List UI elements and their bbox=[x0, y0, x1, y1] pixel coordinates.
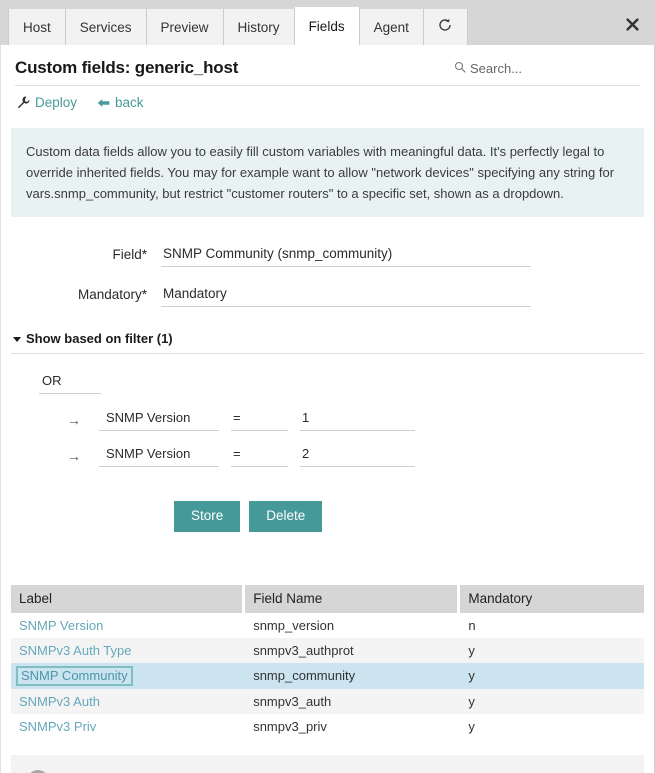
condition-field-select[interactable]: SNMP Version bbox=[99, 444, 219, 467]
condition-operator-select[interactable]: = bbox=[231, 408, 288, 431]
page-header: Custom fields: generic_host Search... bbox=[15, 45, 640, 86]
info-box: Custom data fields allow you to easily f… bbox=[11, 128, 644, 217]
tab-label: Fields bbox=[309, 19, 345, 34]
page-title: Custom fields: generic_host bbox=[15, 58, 238, 78]
table-header-row: Label Field Name Mandatory bbox=[11, 585, 644, 613]
tab-services[interactable]: Services bbox=[66, 9, 147, 45]
form-buttons: Store Delete bbox=[11, 501, 644, 532]
filter-operator-select[interactable]: OR bbox=[39, 371, 101, 394]
back-label: back bbox=[115, 95, 144, 110]
field-link-focused[interactable]: SNMP Community bbox=[16, 666, 133, 686]
tab-fields[interactable]: Fields bbox=[295, 7, 360, 45]
condition-operator-select[interactable]: = bbox=[231, 444, 288, 467]
arrow-left-icon bbox=[97, 97, 110, 109]
cell-field-name: snmpv3_authprot bbox=[245, 638, 460, 663]
cell-mandatory: y bbox=[460, 714, 644, 739]
chevron-down-icon bbox=[13, 337, 21, 342]
field-select[interactable] bbox=[161, 243, 531, 267]
custom-fields-table-wrapper: Label Field Name Mandatory SNMP Version … bbox=[11, 585, 644, 739]
filter-section-toggle[interactable]: Show based on filter (1) bbox=[11, 331, 644, 354]
close-icon bbox=[626, 18, 639, 31]
column-header-label[interactable]: Label bbox=[11, 585, 245, 613]
cell-label: SNMP Community bbox=[11, 663, 245, 689]
cell-label: SNMPv3 Auth Type bbox=[11, 638, 245, 663]
cell-field-name: snmp_community bbox=[245, 663, 460, 689]
custom-fields-table: Label Field Name Mandatory SNMP Version … bbox=[11, 585, 644, 739]
table-row-selected[interactable]: SNMP Community snmp_community y bbox=[11, 663, 644, 689]
condition-value-input[interactable]: 2 bbox=[300, 444, 415, 467]
table-row[interactable]: SNMP Version snmp_version n bbox=[11, 613, 644, 638]
tab-label: Preview bbox=[161, 20, 209, 35]
tab-bar: Host Services Preview History Fields Age… bbox=[0, 0, 655, 45]
field-link[interactable]: SNMPv3 Priv bbox=[19, 719, 96, 734]
tab-label: History bbox=[238, 20, 280, 35]
arrow-right-icon: → bbox=[67, 449, 99, 467]
column-header-mandatory[interactable]: Mandatory bbox=[460, 585, 644, 613]
condition-value-input[interactable]: 1 bbox=[300, 408, 415, 431]
exclamation-circle-icon: ! bbox=[27, 770, 49, 773]
tab-label: Host bbox=[23, 20, 51, 35]
cell-field-name: snmp_version bbox=[245, 613, 460, 638]
tab-history[interactable]: History bbox=[224, 9, 295, 45]
filter-condition-row: → SNMP Version = 1 bbox=[39, 408, 644, 431]
tab-host[interactable]: Host bbox=[8, 9, 66, 45]
search-icon bbox=[454, 61, 466, 75]
cell-mandatory: n bbox=[460, 613, 644, 638]
search-placeholder: Search... bbox=[470, 61, 522, 76]
field-label: Field* bbox=[11, 247, 161, 267]
field-link[interactable]: SNMP Version bbox=[19, 618, 103, 633]
field-link[interactable]: SNMPv3 Auth bbox=[19, 694, 100, 709]
field-link[interactable]: SNMPv3 Auth Type bbox=[19, 643, 132, 658]
table-header: Label Field Name Mandatory bbox=[11, 585, 644, 613]
table-body: SNMP Version snmp_version n SNMPv3 Auth … bbox=[11, 613, 644, 739]
tab-label: Agent bbox=[374, 20, 409, 35]
cell-mandatory: y bbox=[460, 689, 644, 714]
content-inner: Custom fields: generic_host Search... bbox=[1, 45, 654, 120]
refresh-button[interactable] bbox=[424, 9, 468, 45]
arrow-right-icon: → bbox=[67, 413, 99, 431]
table-row[interactable]: SNMPv3 Auth snmpv3_auth y bbox=[11, 689, 644, 714]
tab-label: Services bbox=[80, 20, 132, 35]
mandatory-select[interactable] bbox=[161, 283, 531, 307]
close-window-button[interactable] bbox=[623, 15, 641, 33]
mandatory-label: Mandatory* bbox=[11, 287, 161, 307]
condition-field-select[interactable]: SNMP Version bbox=[99, 408, 219, 431]
content-pane: Custom fields: generic_host Search... bbox=[0, 45, 655, 773]
cell-label: SNMPv3 Priv bbox=[11, 714, 245, 739]
column-header-field-name[interactable]: Field Name bbox=[245, 585, 460, 613]
filter-heading-label: Show based on filter (1) bbox=[26, 331, 173, 346]
wrench-icon bbox=[17, 96, 30, 109]
search-field[interactable]: Search... bbox=[454, 61, 640, 77]
form-row-mandatory: Mandatory* bbox=[11, 283, 644, 307]
form-row-field: Field* bbox=[11, 243, 644, 267]
deploy-button[interactable]: Deploy bbox=[17, 95, 77, 110]
cell-mandatory: y bbox=[460, 663, 644, 689]
field-to-assign-notice: ! Field to assign bbox=[11, 755, 644, 773]
cell-label: SNMPv3 Auth bbox=[11, 689, 245, 714]
tab-agent[interactable]: Agent bbox=[360, 9, 424, 45]
cell-mandatory: y bbox=[460, 638, 644, 663]
cell-field-name: snmpv3_priv bbox=[245, 714, 460, 739]
tab-preview[interactable]: Preview bbox=[147, 9, 224, 45]
store-button[interactable]: Store bbox=[174, 501, 240, 532]
refresh-icon bbox=[438, 18, 452, 37]
table-row[interactable]: SNMPv3 Priv snmpv3_priv y bbox=[11, 714, 644, 739]
cell-field-name: snmpv3_auth bbox=[245, 689, 460, 714]
deploy-label: Deploy bbox=[35, 95, 77, 110]
custom-field-form: Field* Mandatory* Show based on filter (… bbox=[1, 243, 654, 532]
filter-body: OR → SNMP Version = 1 → SNMP Version = 2 bbox=[11, 354, 644, 467]
back-button[interactable]: back bbox=[97, 95, 144, 110]
application-window: Host Services Preview History Fields Age… bbox=[0, 0, 655, 773]
filter-condition-row: → SNMP Version = 2 bbox=[39, 444, 644, 467]
delete-button[interactable]: Delete bbox=[249, 501, 322, 532]
cell-label: SNMP Version bbox=[11, 613, 245, 638]
table-row[interactable]: SNMPv3 Auth Type snmpv3_authprot y bbox=[11, 638, 644, 663]
action-bar: Deploy back bbox=[15, 86, 640, 120]
